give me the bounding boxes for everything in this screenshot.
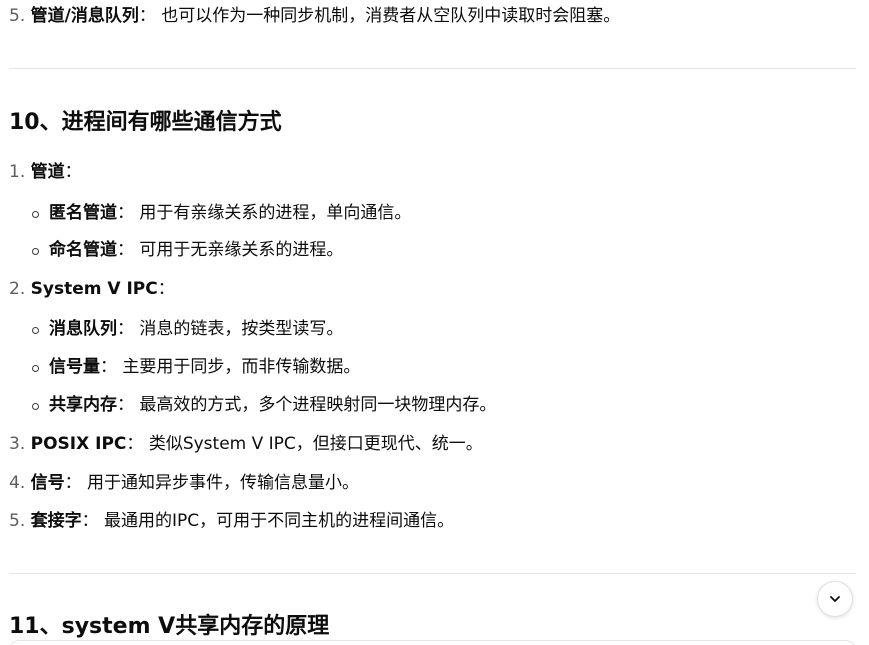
list-item: 5. 管道/消息队列： 也可以作为一种同步机制，消费者从空队列中读取时会阻塞。 (9, 4, 620, 28)
item-description: 可用于无亲缘关系的进程。 (139, 240, 344, 260)
item-description: 主要用于同步，而非传输数据。 (122, 357, 361, 377)
circle-bullet-icon (32, 365, 39, 372)
item-term: System V IPC (30, 279, 158, 299)
item-description: 最高效的方式，多个进程映射同一块物理内存。 (139, 395, 497, 415)
item-separator: ： (64, 162, 82, 182)
sub-list-item: 命名管道： 可用于无亲缘关系的进程。 (49, 238, 343, 262)
list-item: 4. 信号： 用于通知异步事件，传输信息量小。 (9, 471, 359, 495)
item-term: POSIX IPC (30, 434, 127, 454)
sub-list-item: 消息队列： 消息的链表，按类型读写。 (49, 317, 343, 341)
item-separator: ： (126, 434, 144, 454)
chevron-down-icon (830, 596, 840, 602)
item-term: 信号量 (49, 357, 100, 377)
item-separator: ： (117, 240, 134, 260)
list-number: 5. (9, 511, 26, 531)
item-separator: ： (138, 6, 156, 26)
sub-list-item: 共享内存： 最高效的方式，多个进程映射同一块物理内存。 (49, 393, 496, 417)
divider (9, 68, 856, 69)
circle-bullet-icon (32, 327, 39, 334)
circle-bullet-icon (32, 403, 39, 410)
item-separator: ： (117, 203, 134, 223)
item-separator: ： (64, 473, 82, 493)
section-heading: 11、system V共享内存的原理 (9, 614, 330, 639)
list-item: 1. 管道： (9, 160, 82, 184)
item-term: 管道/消息队列 (30, 6, 139, 26)
list-item: 2. System V IPC： (9, 277, 175, 301)
item-term: 管道 (30, 162, 65, 182)
item-description: 用于有亲缘关系的进程，单向通信。 (139, 203, 412, 223)
item-description: 用于通知异步事件，传输信息量小。 (87, 473, 360, 493)
item-term: 共享内存 (49, 395, 117, 415)
sub-list-item: 信号量： 主要用于同步，而非传输数据。 (49, 355, 360, 379)
item-separator: ： (157, 279, 175, 299)
list-number: 1. (9, 162, 26, 182)
item-term: 套接字 (30, 511, 82, 531)
item-description: 类似System V IPC，但接口更现代、统一。 (148, 434, 483, 454)
list-item: 5. 套接字： 最通用的IPC，可用于不同主机的进程间通信。 (9, 509, 454, 533)
list-number: 5. (9, 6, 26, 26)
item-separator: ： (81, 511, 99, 531)
divider (9, 573, 856, 574)
item-separator: ： (117, 319, 134, 339)
sub-list-item: 匿名管道： 用于有亲缘关系的进程，单向通信。 (49, 201, 411, 225)
list-item: 3. POSIX IPC： 类似System V IPC，但接口更现代、统一。 (9, 432, 483, 456)
list-number: 3. (9, 434, 26, 454)
circle-bullet-icon (32, 248, 39, 255)
scroll-to-bottom-button[interactable] (817, 581, 853, 617)
item-separator: ： (117, 395, 134, 415)
item-description: 也可以作为一种同步机制，消费者从空队列中读取时会阻塞。 (161, 6, 621, 26)
list-number: 2. (9, 279, 26, 299)
item-term: 信号 (30, 473, 65, 493)
item-separator: ： (100, 357, 117, 377)
item-term: 消息队列 (49, 319, 117, 339)
item-term: 匿名管道 (49, 203, 117, 223)
content-card-edge (9, 640, 856, 645)
item-description: 消息的链表，按类型读写。 (139, 319, 344, 339)
section-heading: 10、进程间有哪些通信方式 (9, 110, 282, 135)
item-term: 命名管道 (49, 240, 117, 260)
list-number: 4. (9, 473, 26, 493)
circle-bullet-icon (32, 211, 39, 218)
item-description: 最通用的IPC，可用于不同主机的进程间通信。 (104, 511, 455, 531)
